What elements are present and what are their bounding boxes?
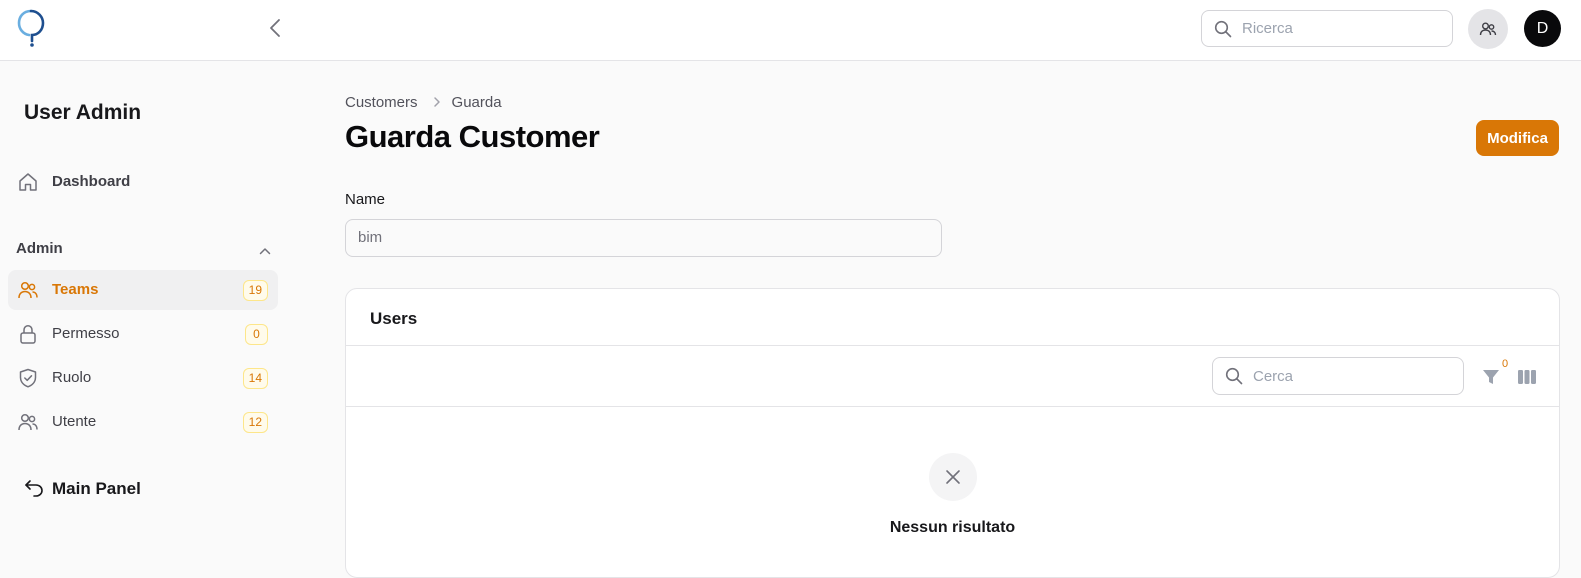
shield-check-icon (17, 367, 39, 389)
sidebar-item-label: Teams (52, 281, 99, 298)
empty-state-text: Nessun risultato (889, 519, 1016, 536)
chevron-right-icon (432, 96, 442, 108)
filter-button[interactable] (1480, 366, 1502, 388)
panel-title: Users (370, 309, 418, 328)
breadcrumb: Customers Guarda (345, 92, 502, 112)
return-arrow-icon (23, 477, 45, 499)
close-icon (929, 453, 977, 501)
name-field-label: Name (345, 191, 386, 208)
sidebar-collapse-button[interactable] (266, 17, 286, 39)
home-icon (17, 171, 39, 193)
sidebar-group-admin[interactable]: Admin (16, 240, 278, 262)
sidebar-item-label: Utente (52, 413, 97, 430)
users-icon (17, 279, 39, 301)
sidebar-item-teams[interactable]: Teams 19 (8, 270, 278, 310)
sidebar-item-label: Permesso (52, 325, 120, 342)
count-badge: 0 (245, 324, 268, 345)
sidebar-item-label: Dashboard (52, 173, 131, 190)
sidebar-title: User Admin (24, 101, 142, 124)
table-search[interactable] (1212, 357, 1464, 395)
users-icon (17, 411, 39, 433)
global-search-input[interactable] (1242, 11, 1442, 46)
search-icon (1214, 20, 1232, 38)
brand-logo[interactable] (16, 8, 46, 48)
sidebar-item-permesso[interactable]: Permesso 0 (8, 314, 278, 354)
main-panel-label: Main Panel (52, 479, 141, 498)
count-badge: 12 (242, 412, 268, 433)
sidebar-item-utente[interactable]: Utente 12 (8, 402, 278, 442)
breadcrumb-current: Guarda (451, 93, 502, 111)
table-toolbar: 0 (346, 345, 1559, 407)
lock-icon (17, 323, 39, 345)
columns-icon (1518, 370, 1536, 384)
name-field: bim (345, 219, 942, 257)
chevron-up-icon (258, 244, 272, 258)
search-icon (1225, 367, 1243, 385)
global-search[interactable] (1201, 10, 1453, 47)
user-avatar[interactable]: D (1524, 10, 1561, 47)
column-toggle-button[interactable] (1516, 366, 1538, 388)
count-badge: 14 (242, 368, 268, 389)
sidebar: User Admin Dashboard Admin Teams 19 Perm… (0, 61, 296, 565)
count-badge: 19 (242, 280, 268, 301)
filter-count-badge: 0 (1502, 358, 1509, 370)
page-title: Guarda Customer (345, 119, 600, 154)
users-relation-panel: Users 0 Nessun risultato (345, 288, 1560, 578)
users-icon (1479, 22, 1497, 36)
table-search-input[interactable] (1253, 358, 1453, 394)
sidebar-item-label: Ruolo (52, 369, 92, 386)
sidebar-group-label: Admin (16, 240, 63, 257)
edit-button[interactable]: Modifica (1476, 120, 1559, 156)
chevron-left-icon (270, 19, 280, 37)
topbar: D (0, 0, 1581, 61)
main-panel-link[interactable]: Main Panel (16, 475, 278, 503)
sidebar-item-ruolo[interactable]: Ruolo 14 (8, 358, 278, 398)
filter-icon (1483, 370, 1499, 384)
sidebar-item-dashboard[interactable]: Dashboard (8, 162, 278, 202)
breadcrumb-customers[interactable]: Customers (345, 94, 418, 111)
tenant-menu-button[interactable] (1468, 9, 1508, 49)
